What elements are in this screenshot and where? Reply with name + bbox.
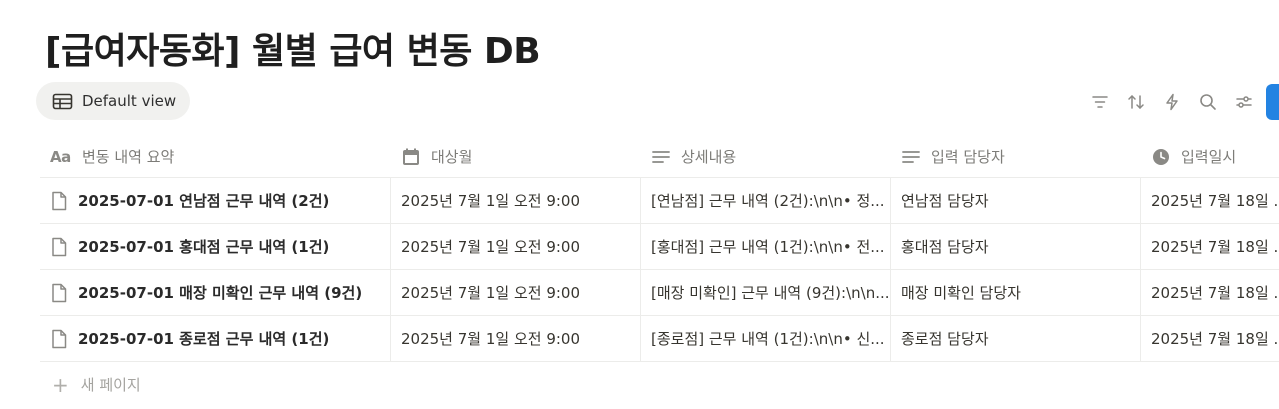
cell-entered-at[interactable]: 2025년 7월 18일 ... bbox=[1140, 316, 1279, 361]
cell-detail[interactable]: [매장 미확인] 근무 내역 (9건):\n\n... bbox=[640, 270, 890, 315]
cell-detail[interactable]: [연남점] 근무 내역 (2건):\n\n• 정... bbox=[640, 178, 890, 223]
cell-manager[interactable]: 종로점 담당자 bbox=[890, 316, 1140, 361]
page-icon bbox=[52, 329, 67, 348]
cell-manager[interactable]: 연남점 담당자 bbox=[890, 178, 1140, 223]
search-icon[interactable] bbox=[1198, 92, 1218, 112]
cell-manager[interactable]: 홍대점 담당자 bbox=[890, 224, 1140, 269]
cell-entered-at[interactable]: 2025년 7월 18일 ... bbox=[1140, 224, 1279, 269]
view-tab-default[interactable]: Default view bbox=[36, 82, 191, 120]
cell-summary[interactable]: 2025-07-01 홍대점 근무 내역 (1건) bbox=[50, 224, 390, 269]
page: [급여자동화] 월별 급여 변동 DB Default view Aa 변동 내… bbox=[0, 0, 1279, 409]
new-button[interactable] bbox=[1266, 84, 1279, 120]
table-row[interactable]: 2025-07-01 매장 미확인 근무 내역 (9건) 2025년 7월 1일… bbox=[40, 270, 1279, 316]
cell-target-month[interactable]: 2025년 7월 1일 오전 9:00 bbox=[390, 178, 640, 223]
cell-target-month[interactable]: 2025년 7월 1일 오전 9:00 bbox=[390, 270, 640, 315]
page-icon bbox=[52, 237, 67, 256]
table-icon bbox=[52, 93, 73, 109]
view-tab-label: Default view bbox=[82, 92, 177, 110]
title-aa-icon: Aa bbox=[50, 147, 71, 166]
plus-icon: + bbox=[52, 372, 69, 397]
table-row[interactable]: 2025-07-01 홍대점 근무 내역 (1건) 2025년 7월 1일 오전… bbox=[40, 224, 1279, 270]
cell-detail[interactable]: [홍대점] 근무 내역 (1건):\n\n• 전... bbox=[640, 224, 890, 269]
page-icon bbox=[52, 191, 67, 210]
cell-target-month[interactable]: 2025년 7월 1일 오전 9:00 bbox=[390, 316, 640, 361]
cell-entered-at[interactable]: 2025년 7월 18일 ... bbox=[1140, 178, 1279, 223]
column-header-detail[interactable]: 상세내용 bbox=[640, 136, 890, 177]
sort-icon[interactable] bbox=[1126, 92, 1146, 112]
column-header-summary[interactable]: Aa 변동 내역 요약 bbox=[50, 136, 390, 177]
column-header-target-month[interactable]: 대상월 bbox=[390, 136, 640, 177]
table-header: Aa 변동 내역 요약 대상월 상세내용 입력 담당자 입력일시 bbox=[40, 136, 1279, 178]
cell-detail[interactable]: [종로점] 근무 내역 (1건):\n\n• 신... bbox=[640, 316, 890, 361]
filter-icon[interactable] bbox=[1090, 92, 1110, 112]
cell-summary[interactable]: 2025-07-01 연남점 근무 내역 (2건) bbox=[50, 178, 390, 223]
cell-summary[interactable]: 2025-07-01 매장 미확인 근무 내역 (9건) bbox=[50, 270, 390, 315]
settings-icon[interactable] bbox=[1234, 92, 1254, 112]
text-lines-icon bbox=[652, 150, 670, 163]
cell-target-month[interactable]: 2025년 7월 1일 오전 9:00 bbox=[390, 224, 640, 269]
page-title[interactable]: [급여자동화] 월별 급여 변동 DB bbox=[45, 22, 541, 74]
column-header-manager[interactable]: 입력 담당자 bbox=[890, 136, 1140, 177]
cell-entered-at[interactable]: 2025년 7월 18일 ... bbox=[1140, 270, 1279, 315]
database-toolbar bbox=[1090, 92, 1254, 112]
cell-manager[interactable]: 매장 미확인 담당자 bbox=[890, 270, 1140, 315]
new-page-button[interactable]: + 새 페이지 bbox=[52, 374, 141, 395]
calendar-icon bbox=[403, 148, 419, 165]
cell-summary[interactable]: 2025-07-01 종로점 근무 내역 (1건) bbox=[50, 316, 390, 361]
automation-icon[interactable] bbox=[1162, 92, 1182, 112]
page-icon bbox=[52, 283, 67, 302]
column-header-entered-at[interactable]: 입력일시 bbox=[1140, 136, 1279, 177]
clock-icon bbox=[1153, 148, 1169, 165]
database-table: Aa 변동 내역 요약 대상월 상세내용 입력 담당자 입력일시 2025-07… bbox=[40, 136, 1279, 362]
table-row[interactable]: 2025-07-01 연남점 근무 내역 (2건) 2025년 7월 1일 오전… bbox=[40, 178, 1279, 224]
table-row[interactable]: 2025-07-01 종로점 근무 내역 (1건) 2025년 7월 1일 오전… bbox=[40, 316, 1279, 362]
text-lines-icon bbox=[902, 150, 920, 163]
